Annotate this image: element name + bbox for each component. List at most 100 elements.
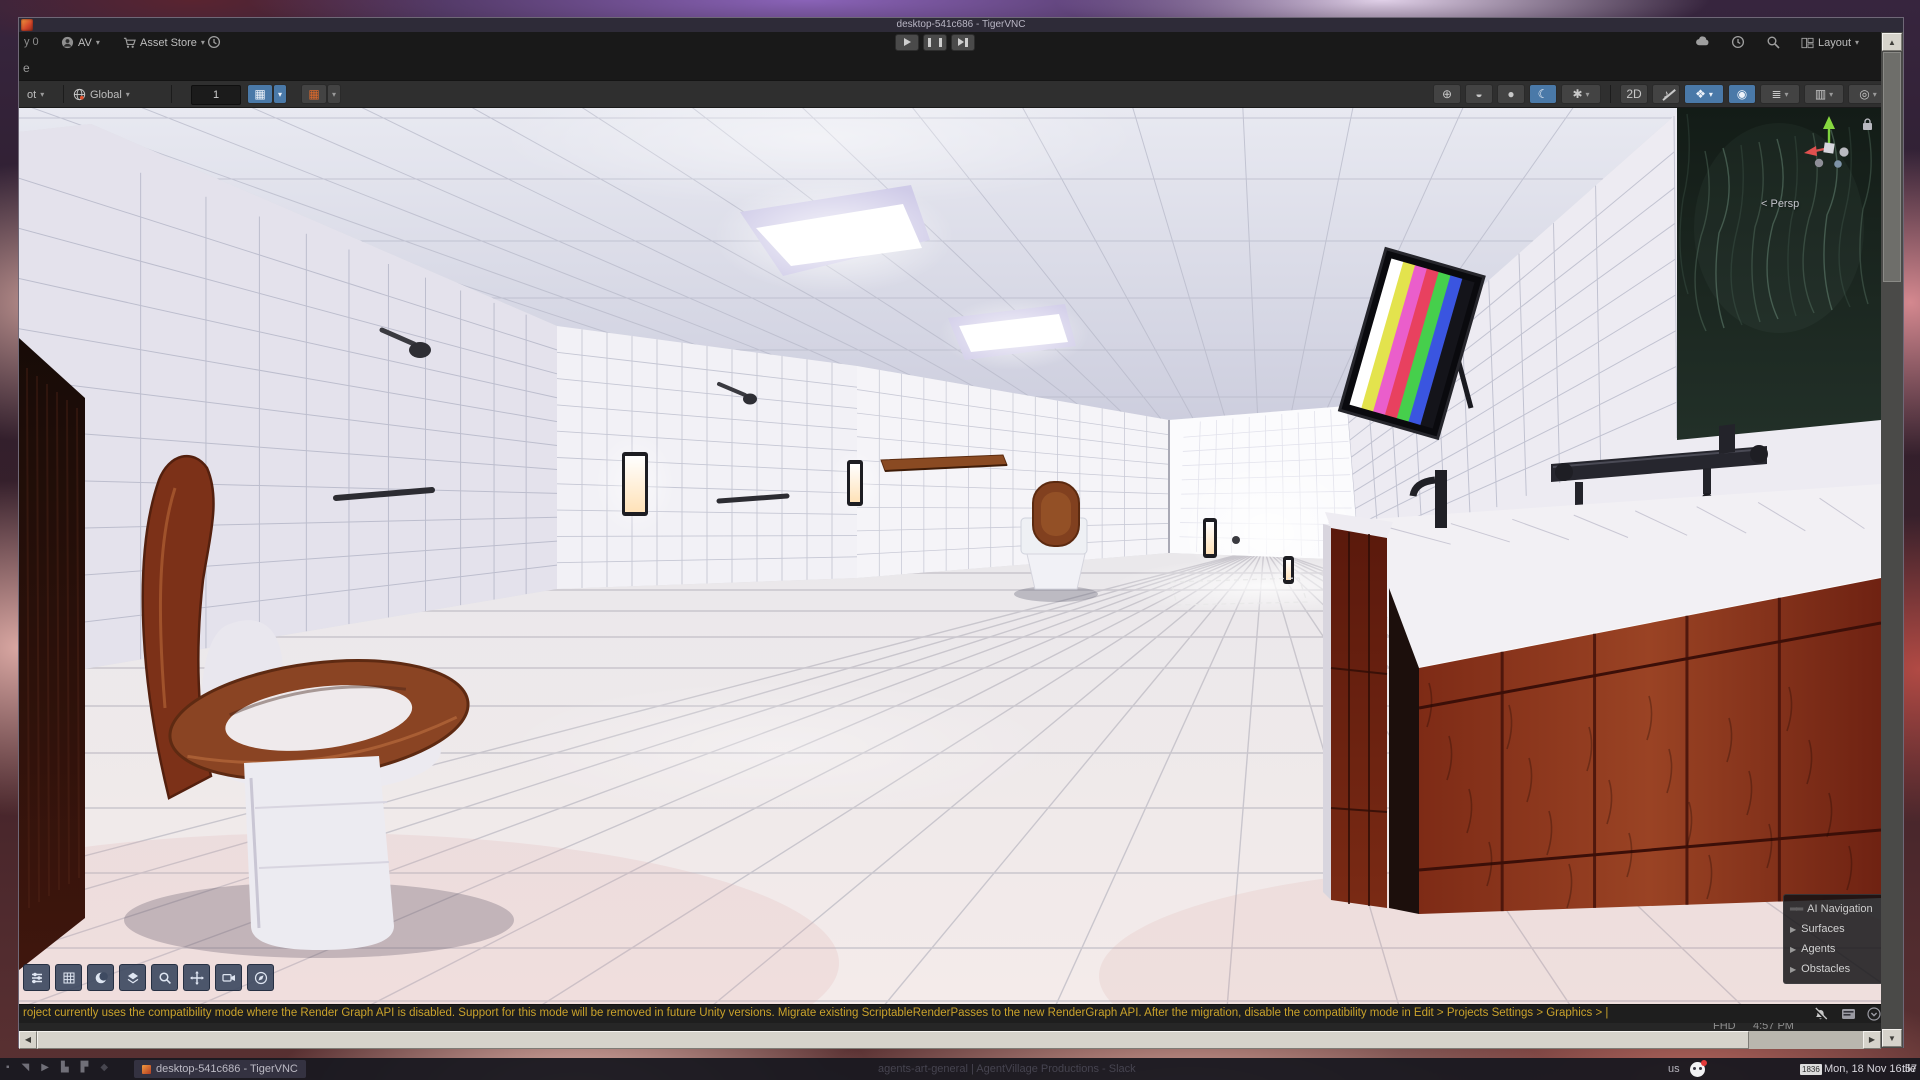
orientation-gizmo[interactable] bbox=[1801, 112, 1859, 178]
cloud-icon[interactable] bbox=[1695, 35, 1710, 52]
pager-icon[interactable]: ◥ bbox=[22, 1062, 30, 1073]
moon-lighting-icon: ☾ bbox=[1538, 88, 1549, 100]
grid-globe-button[interactable]: ⊕ bbox=[1433, 84, 1461, 104]
step-button[interactable] bbox=[951, 34, 975, 51]
console-icon[interactable] bbox=[1841, 1007, 1856, 1021]
remote-desktop[interactable]: y 0 AV▾ Asset Store▾ Layout▾ e bbox=[19, 32, 1881, 1031]
taskbar-item-tigervnc[interactable]: desktop-541c686 - TigerVNC bbox=[134, 1060, 306, 1078]
grid-axis-caret[interactable]: ▾ bbox=[327, 84, 341, 104]
scene-tool-layers-button[interactable] bbox=[119, 964, 146, 991]
history-icon[interactable] bbox=[1731, 35, 1745, 52]
ai-navigation-overlay[interactable]: ══ AI Navigation ▶Surfaces▶Agents▶Obstac… bbox=[1783, 894, 1881, 984]
scroll-up-button[interactable]: ▲ bbox=[1882, 33, 1902, 51]
lock-icon[interactable] bbox=[1862, 118, 1873, 131]
grid-axis-button[interactable]: ▦ bbox=[301, 84, 327, 104]
scene-viewport[interactable]: < Persp ══ AI Navigation ▶Surfaces▶Agent… bbox=[19, 108, 1881, 1004]
asset-store-button[interactable]: Asset Store▾ bbox=[123, 34, 205, 51]
remote-res-fragment: FHD bbox=[1713, 1023, 1736, 1031]
pivot-dropdown[interactable]: ot▾ bbox=[27, 86, 44, 103]
scene-tool-compass-button[interactable] bbox=[247, 964, 274, 991]
discord-tray-icon[interactable] bbox=[1690, 1058, 1705, 1080]
scroll-right-button[interactable]: ▶ bbox=[1863, 1031, 1881, 1049]
undo-history-icon[interactable] bbox=[207, 35, 221, 49]
columns-button[interactable]: ▥▾ bbox=[1804, 84, 1844, 104]
scroll-down-button[interactable]: ▼ bbox=[1882, 1029, 1902, 1047]
grid-snap-caret[interactable]: ▾ bbox=[273, 84, 287, 104]
ai-navigation-title: AI Navigation bbox=[1807, 903, 1872, 915]
scene-tool-search-button[interactable] bbox=[151, 964, 178, 991]
moon-lighting-button[interactable]: ☾ bbox=[1529, 84, 1557, 104]
eye-visibility-button[interactable]: ◉ bbox=[1728, 84, 1756, 104]
eye-visibility-icon: ◉ bbox=[1737, 88, 1747, 100]
keyboard-layout-indicator[interactable]: us bbox=[1668, 1058, 1680, 1080]
vnc-window[interactable]: desktop-541c686 - TigerVNC y 0 AV▾ Asset… bbox=[18, 17, 1904, 1048]
scroll-left-button[interactable]: ◀ bbox=[19, 1031, 37, 1049]
bug-audio-button[interactable]: ✱▾ bbox=[1561, 84, 1601, 104]
persp-label[interactable]: < Persp bbox=[1761, 198, 1799, 210]
ai-navigation-header[interactable]: ══ AI Navigation bbox=[1784, 899, 1881, 919]
effects-button[interactable]: ❖▾ bbox=[1684, 84, 1724, 104]
white-sphere-icon: ● bbox=[1507, 88, 1514, 100]
white-sphere-button[interactable]: ● bbox=[1497, 84, 1525, 104]
gizmo-globe-button[interactable]: ◎▾ bbox=[1848, 84, 1881, 104]
toolbar-left-fragment: y 0 bbox=[24, 36, 39, 48]
nav-item-agents[interactable]: ▶Agents bbox=[1784, 939, 1881, 959]
layout-label: Layout bbox=[1818, 37, 1851, 49]
layers-icon: ≣ bbox=[1771, 88, 1781, 100]
scene-toolbar: ot▾ Global▾ 1 ▦ ▾ ▦ ▾ ⊕◒ ● ☾ ✱▾ 2D♪❖▾ ◉ ≣▾▥▾◎▾ bbox=[19, 81, 1881, 108]
tray-monitor[interactable]: 1836 bbox=[1800, 1058, 1822, 1080]
nav-item-label: Obstacles bbox=[1801, 963, 1850, 975]
layers-button[interactable]: ≣▾ bbox=[1760, 84, 1800, 104]
grid-size-input[interactable]: 1 bbox=[191, 85, 241, 105]
chevron-down-icon: ▾ bbox=[1855, 38, 1859, 47]
search-icon[interactable] bbox=[1766, 35, 1780, 52]
horizontal-scroll-thumb[interactable] bbox=[37, 1031, 1749, 1049]
scene-tool-moon-button[interactable] bbox=[87, 964, 114, 991]
scene-tool-move-button[interactable] bbox=[183, 964, 210, 991]
handle-space-dropdown[interactable]: Global▾ bbox=[73, 86, 130, 103]
nav-item-obstacles[interactable]: ▶Obstacles bbox=[1784, 959, 1881, 979]
vnc-titlebar[interactable]: desktop-541c686 - TigerVNC bbox=[19, 18, 1903, 32]
vertical-scroll-thumb[interactable] bbox=[1883, 52, 1901, 282]
move-icon bbox=[189, 970, 205, 986]
pager-icon[interactable]: ▪ bbox=[6, 1062, 10, 1073]
layout-grid-icon bbox=[1801, 37, 1814, 49]
layout-dropdown[interactable]: Layout ▾ bbox=[1801, 34, 1859, 51]
pause-button[interactable] bbox=[923, 34, 947, 51]
play-button[interactable] bbox=[895, 34, 919, 51]
shaded-sphere-button[interactable]: ◒ bbox=[1465, 84, 1493, 104]
status-warning-text[interactable]: roject currently uses the compatibility … bbox=[23, 1007, 1803, 1019]
2d-toggle-button[interactable]: 2D bbox=[1620, 84, 1648, 104]
compass-icon bbox=[253, 970, 269, 986]
ai-navigation-items: ▶Surfaces▶Agents▶Obstacles bbox=[1784, 919, 1881, 979]
audio-mute-button[interactable]: ♪ bbox=[1652, 84, 1680, 104]
camera-icon bbox=[221, 970, 237, 986]
notifications-muted-icon[interactable] bbox=[1813, 1007, 1828, 1021]
grid-snap-button[interactable]: ▦ bbox=[247, 84, 273, 104]
pager-icon[interactable]: ▙ bbox=[61, 1062, 69, 1073]
workspace-pager[interactable]: ▪ ◥ ▶ ▙ ▛ ◆ bbox=[6, 1062, 108, 1073]
search-icon bbox=[157, 970, 173, 986]
pivot-label-fragment: ot bbox=[27, 89, 36, 101]
os-taskbar[interactable]: ▪ ◥ ▶ ▙ ▛ ◆ desktop-541c686 - TigerVNC a… bbox=[0, 1058, 1920, 1080]
scene-tool-camera-button[interactable] bbox=[215, 964, 242, 991]
nav-item-surfaces[interactable]: ▶Surfaces bbox=[1784, 919, 1881, 939]
collapse-status-icon[interactable] bbox=[1867, 1007, 1881, 1021]
pager-icon[interactable]: ▶ bbox=[41, 1062, 49, 1073]
unity-status-bar[interactable]: roject currently uses the compatibility … bbox=[19, 1004, 1881, 1023]
account-dropdown[interactable]: AV▾ bbox=[61, 34, 100, 51]
scene-tool-mixer-button[interactable] bbox=[23, 964, 50, 991]
pager-icon[interactable]: ◆ bbox=[100, 1062, 108, 1073]
pause-icon bbox=[928, 38, 942, 47]
globe-icon bbox=[73, 88, 86, 101]
vnc-horizontal-scrollbar[interactable]: ◀ ▶ bbox=[19, 1031, 1881, 1049]
taskbar-item-background[interactable]: agents-art-general | AgentVillage Produc… bbox=[870, 1060, 1144, 1078]
scene-tool-grid-button[interactable] bbox=[55, 964, 82, 991]
divider bbox=[1610, 85, 1611, 103]
foldout-arrow-icon: ▶ bbox=[1790, 925, 1796, 934]
scene-render bbox=[19, 108, 1881, 1004]
unity-main-toolbar: y 0 AV▾ Asset Store▾ Layout ▾ bbox=[19, 32, 1881, 53]
pager-icon[interactable]: ▛ bbox=[81, 1062, 89, 1073]
columns-icon: ▥ bbox=[1815, 88, 1826, 100]
vnc-vertical-scrollbar[interactable]: ▲ ▼ bbox=[1881, 32, 1903, 1048]
